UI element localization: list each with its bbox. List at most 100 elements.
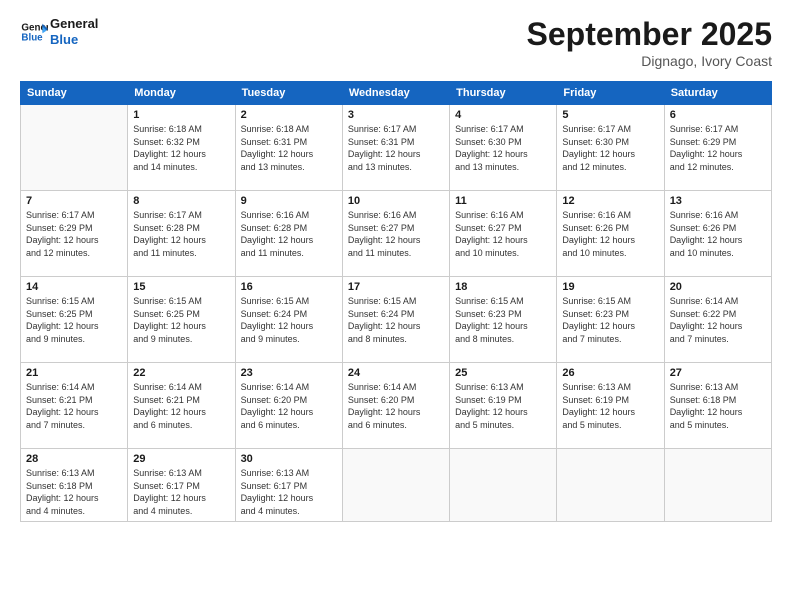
day-info: Sunrise: 6:14 AM Sunset: 6:22 PM Dayligh…	[670, 295, 766, 345]
day-info: Sunrise: 6:15 AM Sunset: 6:25 PM Dayligh…	[26, 295, 122, 345]
table-row: 29 Sunrise: 6:13 AM Sunset: 6:17 PM Dayli…	[128, 449, 235, 522]
table-row: 17Sunrise: 6:15 AM Sunset: 6:24 PM Dayli…	[342, 277, 449, 363]
day-number: 20	[670, 281, 766, 293]
day-info: Sunrise: 6:14 AM Sunset: 6:20 PM Dayligh…	[241, 381, 337, 431]
table-row: 7 Sunrise: 6:17 AM Sunset: 6:29 PM Daylig…	[21, 191, 128, 277]
table-row: 30 Sunrise: 6:13 AM Sunset: 6:17 PM Dayli…	[235, 449, 342, 522]
logo-line2: Blue	[50, 32, 98, 48]
day-info: Sunrise: 6:13 AM Sunset: 6:18 PM Dayligh…	[670, 381, 766, 431]
day-info: Sunrise: 6:16 AM Sunset: 6:27 PM Dayligh…	[348, 209, 444, 259]
day-number: 2	[241, 109, 337, 121]
logo: General Blue General Blue	[20, 16, 98, 47]
table-row: 28Sunrise: 6:13 AM Sunset: 6:18 PM Dayli…	[21, 449, 128, 522]
day-info: Sunrise: 6:17 AM Sunset: 6:31 PM Dayligh…	[348, 123, 444, 173]
table-row: 4 Sunrise: 6:17 AM Sunset: 6:30 PM Daylig…	[450, 105, 557, 191]
day-number: 24	[348, 367, 444, 379]
table-row: 23 Sunrise: 6:14 AM Sunset: 6:20 PM Dayli…	[235, 363, 342, 449]
day-number: 3	[348, 109, 444, 121]
day-number: 6	[670, 109, 766, 121]
day-info: Sunrise: 6:16 AM Sunset: 6:26 PM Dayligh…	[670, 209, 766, 259]
day-info: Sunrise: 6:16 AM Sunset: 6:28 PM Dayligh…	[241, 209, 337, 259]
day-number: 4	[455, 109, 551, 121]
day-number: 15	[133, 281, 229, 293]
table-row	[342, 449, 449, 522]
day-number: 16	[241, 281, 337, 293]
day-number: 10	[348, 195, 444, 207]
day-number: 25	[455, 367, 551, 379]
table-row: 2 Sunrise: 6:18 AM Sunset: 6:31 PM Daylig…	[235, 105, 342, 191]
day-number: 1	[133, 109, 229, 121]
month-title: September 2025	[527, 16, 772, 53]
day-number: 5	[562, 109, 658, 121]
day-info: Sunrise: 6:13 AM Sunset: 6:18 PM Dayligh…	[26, 467, 122, 517]
svg-text:Blue: Blue	[21, 32, 43, 43]
day-number: 18	[455, 281, 551, 293]
day-number: 30	[241, 453, 337, 465]
table-row: 5Sunrise: 6:17 AM Sunset: 6:30 PM Daylig…	[557, 105, 664, 191]
table-row: 26 Sunrise: 6:13 AM Sunset: 6:19 PM Dayli…	[557, 363, 664, 449]
day-info: Sunrise: 6:17 AM Sunset: 6:29 PM Dayligh…	[670, 123, 766, 173]
table-row: 18 Sunrise: 6:15 AM Sunset: 6:23 PM Dayli…	[450, 277, 557, 363]
day-info: Sunrise: 6:15 AM Sunset: 6:23 PM Dayligh…	[455, 295, 551, 345]
table-row: 12 Sunrise: 6:16 AM Sunset: 6:26 PM Dayli…	[557, 191, 664, 277]
day-number: 7	[26, 195, 122, 207]
table-row: 3 Sunrise: 6:17 AM Sunset: 6:31 PM Daylig…	[342, 105, 449, 191]
day-number: 21	[26, 367, 122, 379]
day-number: 29	[133, 453, 229, 465]
col-sunday: Sunday	[21, 82, 128, 105]
table-row: 14 Sunrise: 6:15 AM Sunset: 6:25 PM Dayli…	[21, 277, 128, 363]
table-row: 25 Sunrise: 6:13 AM Sunset: 6:19 PM Dayli…	[450, 363, 557, 449]
day-info: Sunrise: 6:18 AM Sunset: 6:31 PM Dayligh…	[241, 123, 337, 173]
col-monday: Monday	[128, 82, 235, 105]
day-number: 8	[133, 195, 229, 207]
table-row	[21, 105, 128, 191]
day-number: 12	[562, 195, 658, 207]
table-row: 9Sunrise: 6:16 AM Sunset: 6:28 PM Daylig…	[235, 191, 342, 277]
day-info: Sunrise: 6:17 AM Sunset: 6:29 PM Dayligh…	[26, 209, 122, 259]
title-block: September 2025 Dignago, Ivory Coast	[527, 16, 772, 69]
day-info: Sunrise: 6:15 AM Sunset: 6:24 PM Dayligh…	[241, 295, 337, 345]
day-number: 26	[562, 367, 658, 379]
table-row: 24Sunrise: 6:14 AM Sunset: 6:20 PM Dayli…	[342, 363, 449, 449]
table-row: 27 Sunrise: 6:13 AM Sunset: 6:18 PM Dayli…	[664, 363, 771, 449]
col-wednesday: Wednesday	[342, 82, 449, 105]
day-info: Sunrise: 6:17 AM Sunset: 6:30 PM Dayligh…	[455, 123, 551, 173]
day-info: Sunrise: 6:14 AM Sunset: 6:21 PM Dayligh…	[133, 381, 229, 431]
table-row: 20 Sunrise: 6:14 AM Sunset: 6:22 PM Dayli…	[664, 277, 771, 363]
day-number: 22	[133, 367, 229, 379]
table-row	[664, 449, 771, 522]
table-row: 22 Sunrise: 6:14 AM Sunset: 6:21 PM Dayli…	[128, 363, 235, 449]
day-info: Sunrise: 6:17 AM Sunset: 6:28 PM Dayligh…	[133, 209, 229, 259]
day-info: Sunrise: 6:16 AM Sunset: 6:26 PM Dayligh…	[562, 209, 658, 259]
table-row: 13Sunrise: 6:16 AM Sunset: 6:26 PM Dayli…	[664, 191, 771, 277]
calendar-table: Sunday Monday Tuesday Wednesday Thursday…	[20, 81, 772, 522]
day-info: Sunrise: 6:18 AM Sunset: 6:32 PM Dayligh…	[133, 123, 229, 173]
day-number: 23	[241, 367, 337, 379]
location: Dignago, Ivory Coast	[527, 53, 772, 69]
day-number: 27	[670, 367, 766, 379]
day-info: Sunrise: 6:14 AM Sunset: 6:21 PM Dayligh…	[26, 381, 122, 431]
table-row	[557, 449, 664, 522]
table-row: 6 Sunrise: 6:17 AM Sunset: 6:29 PM Daylig…	[664, 105, 771, 191]
table-row: 1 Sunrise: 6:18 AM Sunset: 6:32 PM Daylig…	[128, 105, 235, 191]
day-info: Sunrise: 6:15 AM Sunset: 6:23 PM Dayligh…	[562, 295, 658, 345]
table-row: 8 Sunrise: 6:17 AM Sunset: 6:28 PM Daylig…	[128, 191, 235, 277]
col-friday: Friday	[557, 82, 664, 105]
table-row: 16 Sunrise: 6:15 AM Sunset: 6:24 PM Dayli…	[235, 277, 342, 363]
day-info: Sunrise: 6:13 AM Sunset: 6:17 PM Dayligh…	[241, 467, 337, 517]
table-row: 11 Sunrise: 6:16 AM Sunset: 6:27 PM Dayli…	[450, 191, 557, 277]
table-row: 10 Sunrise: 6:16 AM Sunset: 6:27 PM Dayli…	[342, 191, 449, 277]
col-tuesday: Tuesday	[235, 82, 342, 105]
day-info: Sunrise: 6:15 AM Sunset: 6:25 PM Dayligh…	[133, 295, 229, 345]
day-info: Sunrise: 6:13 AM Sunset: 6:17 PM Dayligh…	[133, 467, 229, 517]
day-info: Sunrise: 6:13 AM Sunset: 6:19 PM Dayligh…	[455, 381, 551, 431]
col-saturday: Saturday	[664, 82, 771, 105]
day-info: Sunrise: 6:13 AM Sunset: 6:19 PM Dayligh…	[562, 381, 658, 431]
calendar-header-row: Sunday Monday Tuesday Wednesday Thursday…	[21, 82, 772, 105]
day-number: 11	[455, 195, 551, 207]
col-thursday: Thursday	[450, 82, 557, 105]
table-row: 15 Sunrise: 6:15 AM Sunset: 6:25 PM Dayli…	[128, 277, 235, 363]
day-number: 14	[26, 281, 122, 293]
day-info: Sunrise: 6:15 AM Sunset: 6:24 PM Dayligh…	[348, 295, 444, 345]
day-info: Sunrise: 6:16 AM Sunset: 6:27 PM Dayligh…	[455, 209, 551, 259]
